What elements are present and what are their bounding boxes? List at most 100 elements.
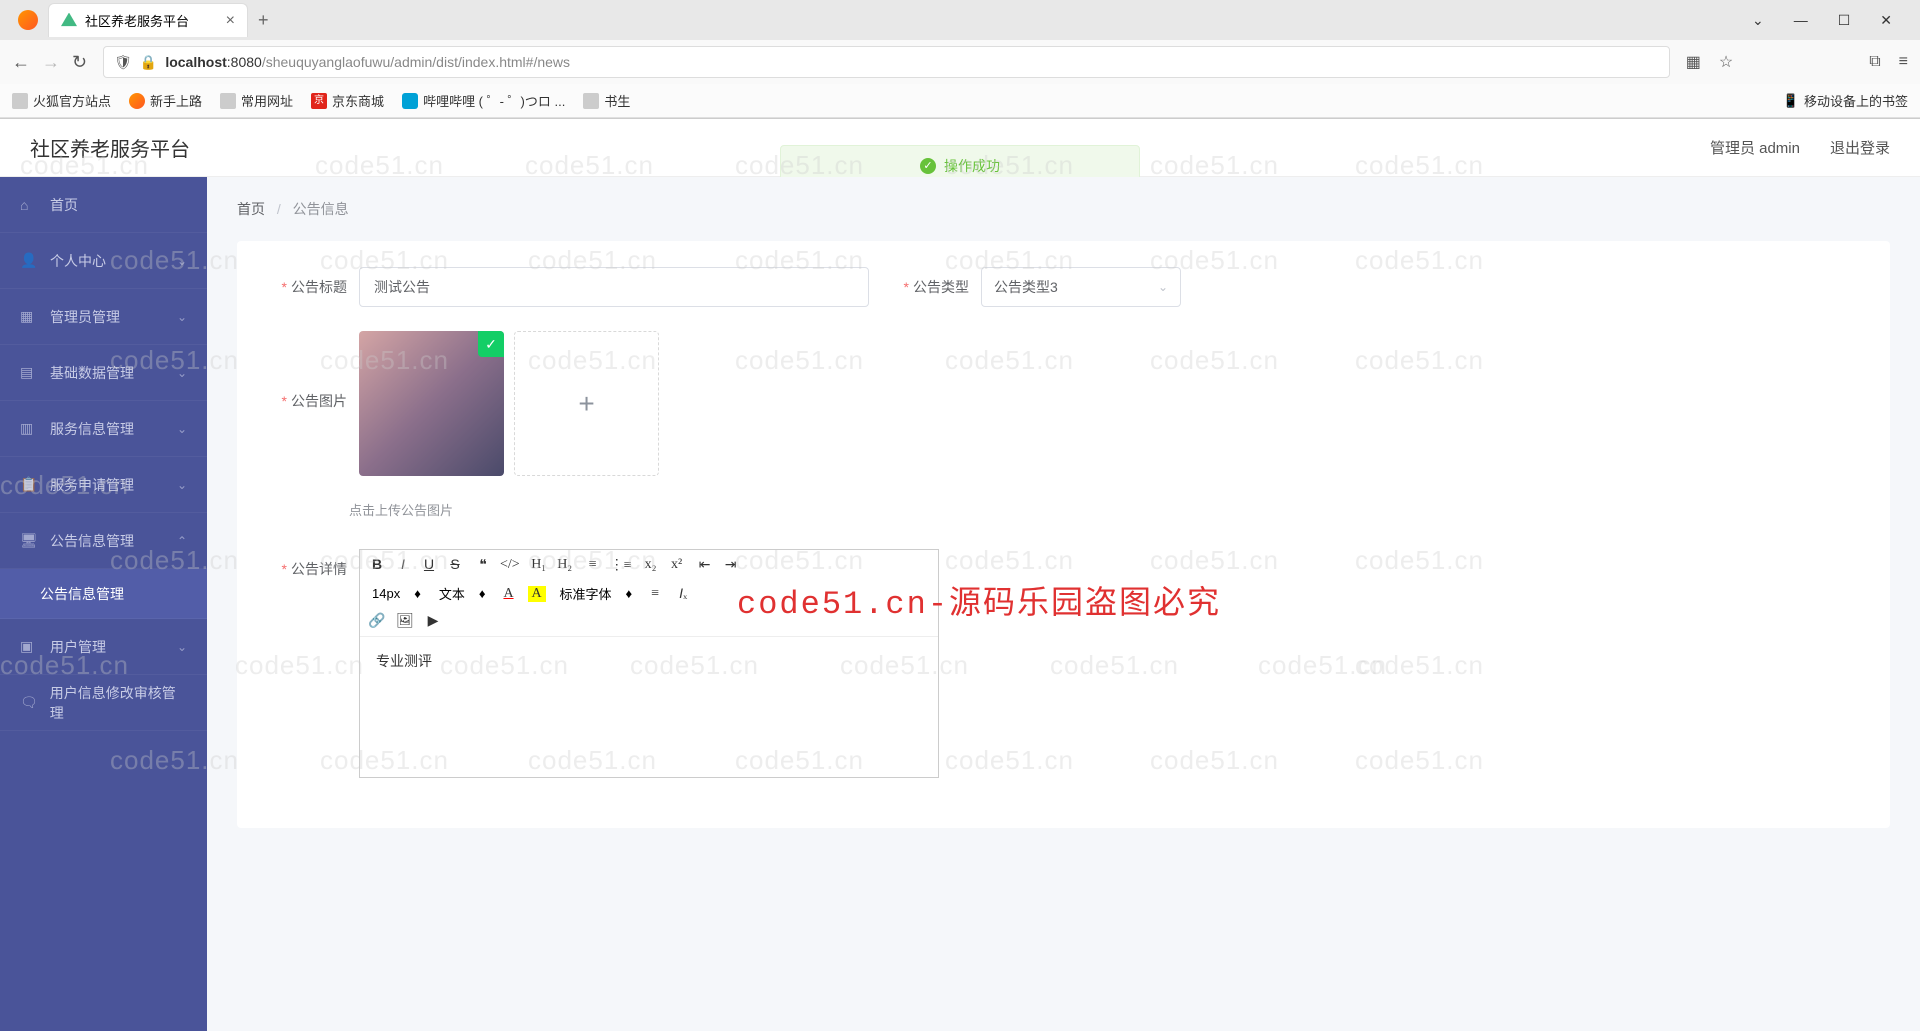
bookmark-newbie[interactable]: 新手上路 bbox=[129, 91, 202, 110]
sidebar-item-users[interactable]: ▣ 用户管理 ⌄ bbox=[0, 619, 207, 675]
window-controls: ⌄ — ☐ ✕ bbox=[1752, 12, 1912, 29]
bold-button[interactable]: B bbox=[368, 556, 386, 574]
breadcrumb-home[interactable]: 首页 bbox=[237, 201, 265, 217]
text-color-button[interactable]: A bbox=[500, 586, 518, 602]
video-button[interactable]: ▶ bbox=[424, 613, 442, 630]
users-icon: ▣ bbox=[20, 638, 38, 655]
h2-button[interactable]: H₂ bbox=[556, 557, 574, 573]
sidebar-item-profile[interactable]: 👤 个人中心 ⌄ bbox=[0, 233, 207, 289]
detail-label: 公告详情 bbox=[247, 549, 347, 579]
sidebar-item-label: 公告信息管理 bbox=[50, 531, 134, 551]
chevron-down-icon: ⌄ bbox=[177, 640, 187, 654]
bookmark-jd[interactable]: 京京东商城 bbox=[311, 91, 384, 110]
image-button[interactable]: 🖼 bbox=[396, 613, 414, 630]
window-dropdown-icon[interactable]: ⌄ bbox=[1752, 12, 1764, 29]
shield-icon: 🛡 bbox=[114, 54, 132, 71]
service-icon: ▥ bbox=[20, 420, 38, 437]
audit-icon: 🗨 bbox=[20, 694, 38, 711]
app-title: 社区养老服务平台 bbox=[30, 133, 190, 162]
sidebar-item-service[interactable]: ▥服务信息管理⌄ bbox=[0, 401, 207, 457]
admin-icon: ▦ bbox=[20, 308, 38, 325]
chevron-down-icon: ⌄ bbox=[177, 366, 187, 380]
bookmark-star-icon[interactable]: ☆ bbox=[1719, 52, 1733, 72]
ordered-list-button[interactable]: ≡ bbox=[584, 557, 602, 573]
unordered-list-button[interactable]: ⋮≡ bbox=[610, 557, 632, 574]
link-button[interactable]: 🔗 bbox=[368, 613, 386, 630]
tab-bar: 社区养老服务平台 × + ⌄ — ☐ ✕ bbox=[0, 0, 1920, 40]
type-select[interactable]: 公告类型3 ⌄ bbox=[981, 267, 1181, 307]
image-label: 公告图片 bbox=[247, 331, 347, 411]
bg-color-button[interactable]: A bbox=[528, 586, 546, 602]
window-close-icon[interactable]: ✕ bbox=[1880, 12, 1892, 29]
check-circle-icon: ✓ bbox=[920, 158, 936, 174]
italic-button[interactable]: I bbox=[394, 556, 412, 574]
tab-title: 社区养老服务平台 bbox=[85, 11, 189, 30]
sidebar-item-label: 用户管理 bbox=[50, 637, 106, 657]
uploaded-image-thumbnail[interactable]: ✓ bbox=[359, 331, 504, 476]
sidebar-item-home[interactable]: ⌂首页 bbox=[0, 177, 207, 233]
check-icon: ✓ bbox=[478, 331, 504, 357]
firefox-logo-icon bbox=[18, 10, 38, 30]
quote-button[interactable]: ❝ bbox=[474, 557, 492, 574]
editor-content[interactable]: 专业测评 bbox=[360, 637, 938, 777]
reload-button[interactable]: ↻ bbox=[72, 52, 87, 73]
chevron-down-icon: ⌄ bbox=[177, 254, 187, 268]
sidebar-item-notice[interactable]: 🖥公告信息管理⌃ bbox=[0, 513, 207, 569]
type-label: 公告类型 bbox=[879, 267, 969, 297]
subscript-button[interactable]: x₂ bbox=[642, 557, 660, 573]
bookmark-firefox[interactable]: 火狐官方站点 bbox=[12, 91, 111, 110]
bookmarks-bar: 火狐官方站点 新手上路 常用网址 京京东商城 哔哩哔哩 ( ゜- ゜)つロ ..… bbox=[0, 84, 1920, 118]
type-value: 公告类型3 bbox=[994, 277, 1058, 297]
notice-icon: 🖥 bbox=[20, 532, 38, 549]
text-style-select[interactable]: 文本♦ bbox=[435, 582, 490, 605]
chevron-down-icon: ⌄ bbox=[177, 478, 187, 492]
h1-button[interactable]: H₁ bbox=[530, 557, 548, 573]
browser-chrome: 社区养老服务平台 × + ⌄ — ☐ ✕ ← → ↻ 🛡 🔒 localhost… bbox=[0, 0, 1920, 119]
bookmark-bilibili[interactable]: 哔哩哔哩 ( ゜- ゜)つロ ... bbox=[402, 91, 565, 110]
browser-tab[interactable]: 社区养老服务平台 × bbox=[48, 3, 248, 37]
url-path: /sheuquyanglaofuwu/admin/dist/index.html… bbox=[262, 54, 570, 70]
sidebar-subitem-notice-list[interactable]: 公告信息管理 bbox=[0, 569, 207, 619]
sidebar-item-audit[interactable]: 🗨 用户信息修改审核管理 bbox=[0, 675, 207, 731]
menu-icon[interactable]: ≡ bbox=[1899, 53, 1908, 71]
sidebar-item-admin[interactable]: ▦管理员管理⌄ bbox=[0, 289, 207, 345]
extensions-icon[interactable]: ⧉ bbox=[1869, 53, 1880, 71]
chevron-down-icon: ⌄ bbox=[1158, 280, 1168, 294]
breadcrumb-current: 公告信息 bbox=[293, 201, 349, 217]
back-button[interactable]: ← bbox=[12, 52, 30, 73]
code-button[interactable]: </> bbox=[500, 557, 520, 573]
editor-toolbar: B I U S ❝ </> H₁ H₂ bbox=[360, 550, 938, 637]
outdent-button[interactable]: ⇥ bbox=[722, 557, 740, 574]
rich-text-editor: B I U S ❝ </> H₁ H₂ bbox=[359, 549, 939, 778]
sidebar-item-label: 首页 bbox=[50, 195, 78, 215]
underline-button[interactable]: U bbox=[420, 556, 438, 574]
superscript-button[interactable]: x² bbox=[668, 557, 686, 573]
font-size-select[interactable]: 14px♦ bbox=[368, 584, 425, 603]
current-user[interactable]: 管理员 admin bbox=[1710, 137, 1800, 158]
window-maximize-icon[interactable]: ☐ bbox=[1838, 12, 1851, 29]
qr-icon[interactable]: ▦ bbox=[1686, 52, 1701, 72]
sidebar-item-basedata[interactable]: ▤基础数据管理⌄ bbox=[0, 345, 207, 401]
forward-button[interactable]: → bbox=[42, 52, 60, 73]
window-minimize-icon[interactable]: — bbox=[1794, 12, 1808, 29]
new-tab-button[interactable]: + bbox=[258, 10, 269, 31]
align-button[interactable]: ≡ bbox=[646, 586, 664, 602]
data-icon: ▤ bbox=[20, 364, 38, 381]
tab-close-icon[interactable]: × bbox=[226, 12, 235, 30]
sidebar-item-apply[interactable]: 📋服务申请管理⌄ bbox=[0, 457, 207, 513]
indent-button[interactable]: ⇤ bbox=[696, 557, 714, 574]
strike-button[interactable]: S bbox=[446, 556, 464, 574]
title-input[interactable] bbox=[359, 267, 869, 307]
font-family-select[interactable]: 标准字体♦ bbox=[556, 582, 637, 605]
logout-link[interactable]: 退出登录 bbox=[1830, 137, 1890, 158]
bookmark-shusheng[interactable]: 书生 bbox=[583, 91, 630, 110]
sidebar-item-label: 用户信息修改审核管理 bbox=[50, 683, 187, 723]
clear-format-button[interactable]: Iₓ bbox=[674, 585, 692, 603]
url-input[interactable]: 🛡 🔒 localhost:8080/sheuquyanglaofuwu/adm… bbox=[103, 46, 1670, 78]
user-icon: 👤 bbox=[20, 252, 38, 269]
bookmark-common[interactable]: 常用网址 bbox=[220, 91, 293, 110]
main-content: 首页 / 公告信息 公告标题 公告类型 公告类型3 ⌄ 公告图片 ✓ bbox=[207, 177, 1920, 1031]
sidebar-item-label: 个人中心 bbox=[50, 251, 106, 271]
bookmark-mobile[interactable]: 📱移动设备上的书签 bbox=[1783, 91, 1908, 110]
upload-add-button[interactable]: + bbox=[514, 331, 659, 476]
